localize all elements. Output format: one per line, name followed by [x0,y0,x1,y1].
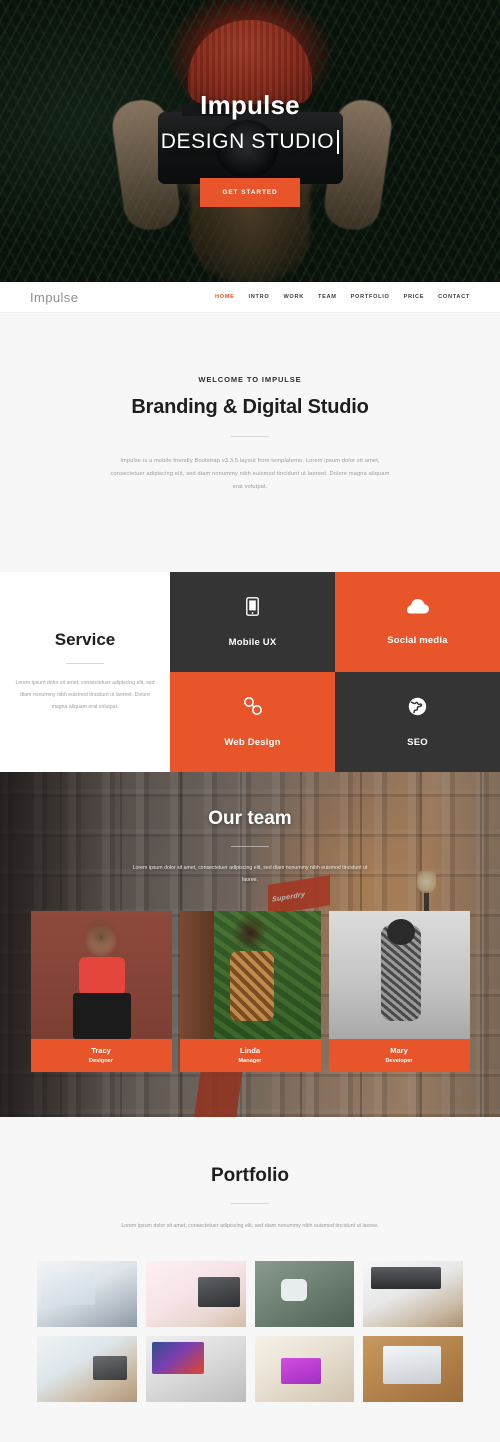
portrait-mary [328,911,470,1040]
portfolio-paragraph: Lorem ipsum dolor sit amet, consectetuer… [121,1223,379,1230]
main-navbar: Impulse HOME INTRO WORK TEAM PORTFOLIO P… [0,282,500,313]
service-paragraph: Lorem ipsum dolor sit amet, consectetuer… [15,680,155,711]
portfolio-item[interactable] [254,1335,355,1402]
globe-icon [408,697,427,721]
team-member-card[interactable]: Tracy Designer [30,911,172,1073]
team-divider [231,846,269,848]
service-tile-seo[interactable]: SEO [335,672,500,773]
team-member-name: Tracy [91,1046,111,1056]
team-member-photo [179,911,321,1040]
service-tile-web-design[interactable]: Web Design [170,672,335,773]
get-started-button[interactable]: GET STARTED [200,178,300,207]
portfolio-section: Portfolio Lorem ipsum dolor sit amet, co… [0,1117,500,1442]
portfolio-grid [0,1233,500,1442]
team-heading-block: Our team Lorem ipsum dolor sit amet, con… [0,772,500,887]
nav-item-price[interactable]: PRICE [404,294,425,300]
service-divider [66,663,104,665]
team-member-photo [328,911,470,1040]
team-member-caption: Tracy Designer [30,1039,172,1073]
team-member-name: Linda [240,1046,260,1056]
team-member-card[interactable]: Linda Manager [179,911,321,1073]
team-section: Superdry Our team Lorem ipsum dolor sit … [0,772,500,1118]
team-member-name: Mary [390,1046,408,1056]
service-tile-mobile-ux[interactable]: Mobile UX [170,572,335,673]
team-paragraph: Lorem ipsum dolor sit amet, consectetuer… [132,865,368,884]
nav-item-intro[interactable]: INTRO [249,294,270,300]
portfolio-divider [231,1203,269,1205]
service-tile-label: SEO [407,736,428,748]
portrait-tracy [30,911,172,1040]
team-member-list: Tracy Designer Linda Manager Mary Develo… [0,911,500,1073]
intro-paragraph: Impulse is a mobile friendly Bootstrap v… [110,458,390,491]
team-member-caption: Mary Developer [328,1039,470,1073]
portfolio-item[interactable] [254,1260,355,1327]
nav-item-team[interactable]: TEAM [318,294,337,300]
portfolio-title: Portfolio [210,1165,290,1187]
service-section: Service Lorem ipsum dolor sit amet, cons… [0,572,500,773]
nav-item-home[interactable]: HOME [215,294,235,300]
brand-logo[interactable]: Impulse [30,290,78,305]
team-member-role: Manager [238,1058,262,1065]
nav-item-portfolio[interactable]: PORTFOLIO [351,294,390,300]
team-member-caption: Linda Manager [179,1039,321,1073]
service-tile-label: Social media [387,634,448,646]
portfolio-item[interactable] [363,1335,463,1402]
service-grid: Mobile UX Social media Web Design SEO [170,572,500,773]
hero-section: Impulse DESIGN STUDIO GET STARTED [0,0,500,282]
team-member-role: Designer [89,1058,113,1065]
service-title: Service [54,630,116,650]
chain-link-icon [243,696,263,721]
cloud-icon [406,598,429,619]
portfolio-item[interactable] [145,1335,246,1402]
portfolio-item[interactable] [145,1260,246,1327]
hero-title: Impulse [200,90,300,120]
service-intro: Service Lorem ipsum dolor sit amet, cons… [0,572,170,773]
hero-content: Impulse DESIGN STUDIO GET STARTED [0,0,500,282]
team-member-card[interactable]: Mary Developer [328,911,470,1073]
team-member-photo [30,911,172,1040]
service-tile-label: Web Design [224,737,281,749]
intro-title: Branding & Digital Studio [131,396,369,418]
nav-links: HOME INTRO WORK TEAM PORTFOLIO PRICE CON… [215,294,470,300]
intro-divider [231,436,269,437]
team-title: Our team [208,808,292,830]
nav-item-contact[interactable]: CONTACT [438,294,470,300]
team-member-role: Developer [385,1058,413,1065]
portfolio-item[interactable] [37,1335,137,1402]
portfolio-item[interactable] [363,1260,463,1327]
nav-item-work[interactable]: WORK [283,294,304,300]
portrait-linda [179,911,321,1040]
portfolio-item[interactable] [37,1260,137,1327]
service-tile-social-media[interactable]: Social media [335,572,500,673]
mobile-phone-icon [246,597,259,621]
service-tile-label: Mobile UX [228,636,277,648]
intro-section: WELCOME TO IMPULSE Branding & Digital St… [0,313,500,573]
hero-subtitle: DESIGN STUDIO [161,130,340,154]
intro-eyebrow: WELCOME TO IMPULSE [198,375,302,384]
